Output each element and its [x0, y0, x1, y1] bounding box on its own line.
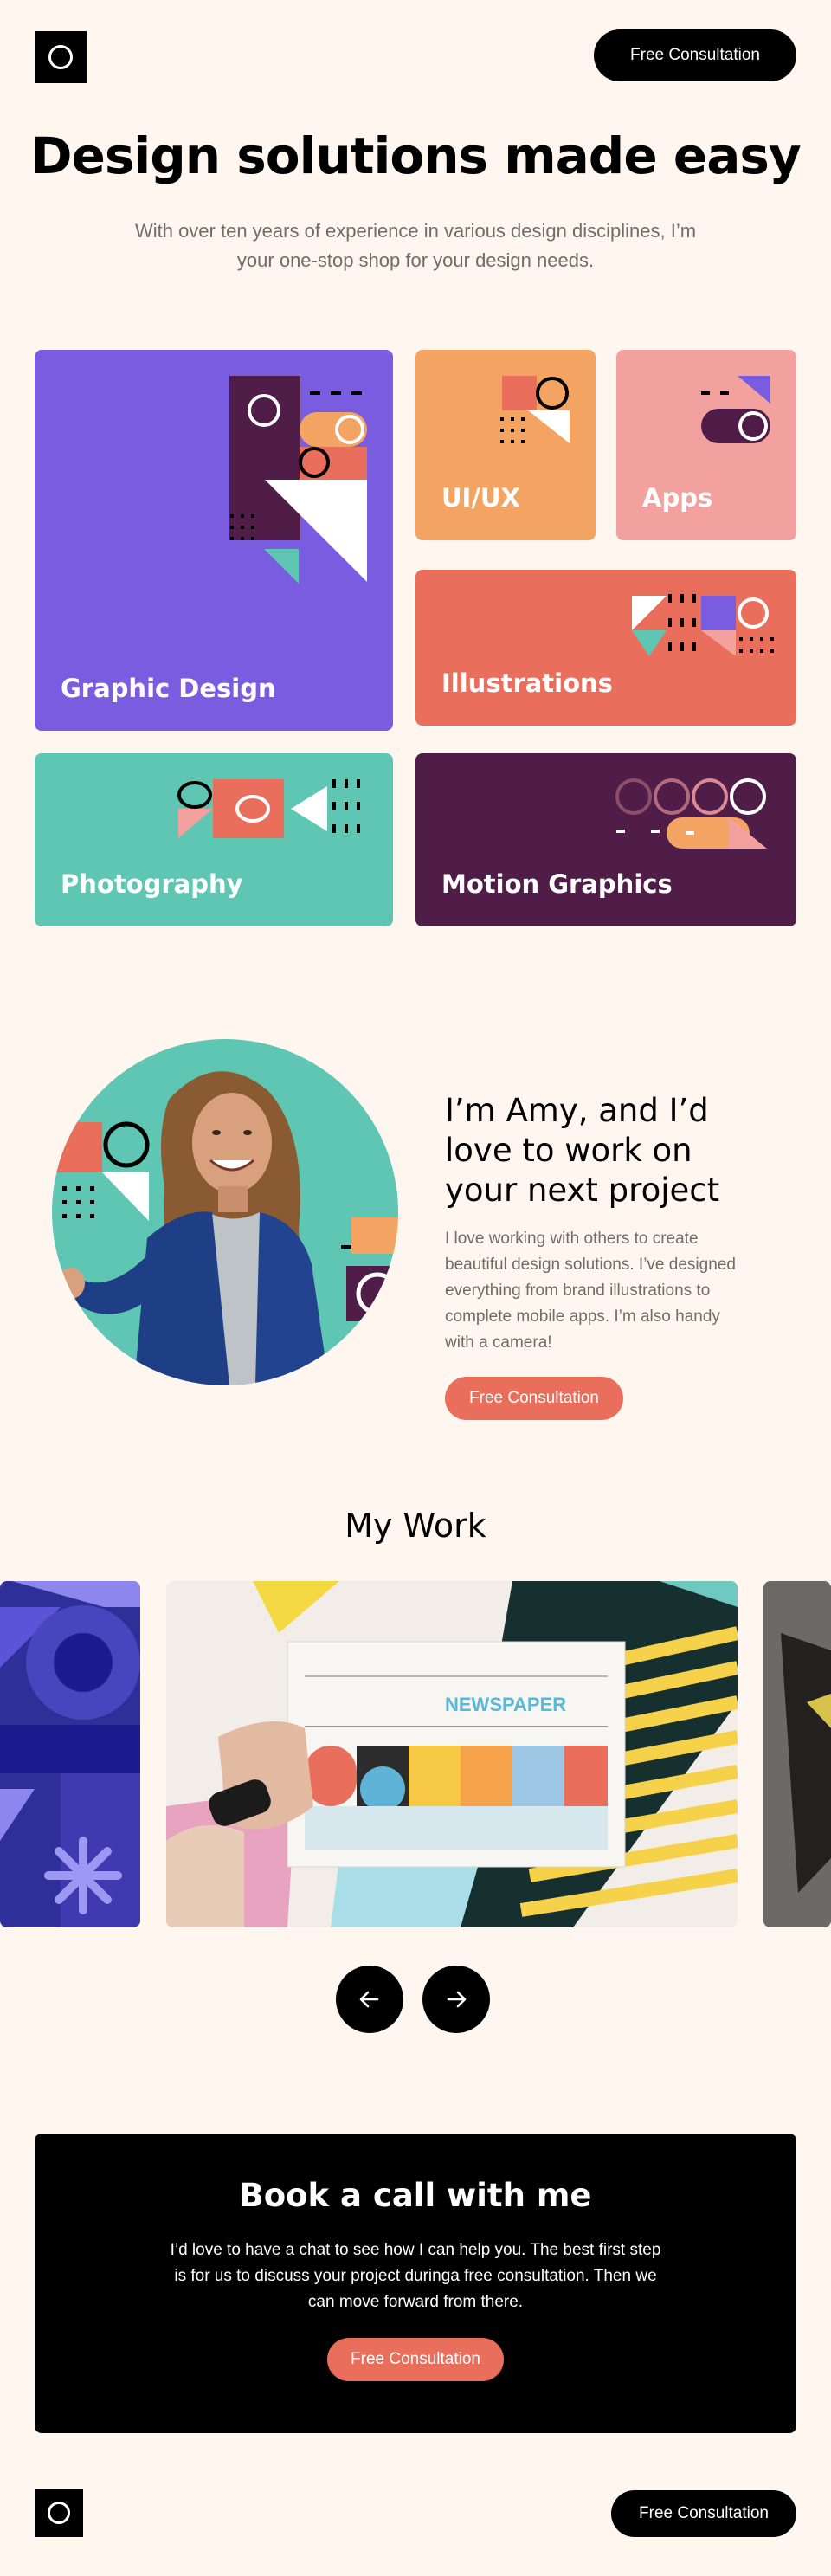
service-label-apps: Apps [642, 483, 713, 513]
header-consultation-button[interactable]: Free Consultation [594, 29, 796, 81]
arrow-left-icon [359, 1991, 379, 2008]
carousel-next-button[interactable] [422, 1966, 490, 2033]
service-card-motion-graphics[interactable]: Motion Graphics [416, 753, 796, 926]
footer-consultation-button[interactable]: Free Consultation [611, 2490, 796, 2537]
service-card-graphic-design[interactable]: Graphic Design [35, 350, 393, 731]
footer-logo-ring-icon [48, 2502, 70, 2524]
about-consultation-button[interactable]: Free Consultation [445, 1377, 623, 1420]
service-label-ui-ux: UI/UX [441, 483, 520, 513]
work-image-third[interactable] [763, 1581, 831, 1927]
newspaper-masthead: NEWSPAPER [445, 1694, 566, 1715]
hero-title: Design solutions made easy [30, 126, 801, 185]
service-label-graphic-design: Graphic Design [61, 674, 276, 703]
arrow-right-icon [447, 1991, 467, 2008]
motion-graphics-illustration [615, 778, 767, 849]
carousel-prev-button[interactable] [336, 1966, 403, 2033]
portrait-photo [52, 1039, 398, 1385]
service-card-ui-ux[interactable]: UI/UX [416, 350, 596, 540]
cta-consultation-button[interactable]: Free Consultation [327, 2338, 504, 2381]
cta-body: I’d love to have a chat to see how I can… [170, 2241, 661, 2311]
work-title: My Work [345, 1507, 486, 1545]
book-call-section: Book a call with me I’d love to have a c… [35, 2134, 796, 2433]
service-label-motion-graphics: Motion Graphics [441, 869, 673, 899]
about-body: I love working with others to create bea… [445, 1230, 736, 1352]
service-card-apps[interactable]: Apps [616, 350, 796, 540]
service-card-illustrations[interactable]: Illustrations [416, 570, 796, 726]
cta-title: Book a call with me [239, 2177, 592, 2214]
service-label-illustrations: Illustrations [441, 668, 613, 698]
work-image-geometric[interactable] [0, 1581, 140, 1927]
about-title: I’m Amy, and I’d love to work on your ne… [445, 1092, 720, 1209]
logo-ring-icon [48, 45, 73, 69]
logo[interactable] [35, 31, 87, 83]
service-card-photography[interactable]: Photography [35, 753, 393, 926]
hero-subtitle: With over ten years of experience in var… [134, 220, 697, 271]
service-label-photography: Photography [61, 869, 243, 899]
photography-illustration [177, 779, 360, 838]
footer-logo[interactable] [35, 2489, 83, 2537]
illustrations-illustration [632, 594, 774, 656]
work-image-newspaper[interactable]: NEWSPAPER [166, 1581, 738, 1927]
